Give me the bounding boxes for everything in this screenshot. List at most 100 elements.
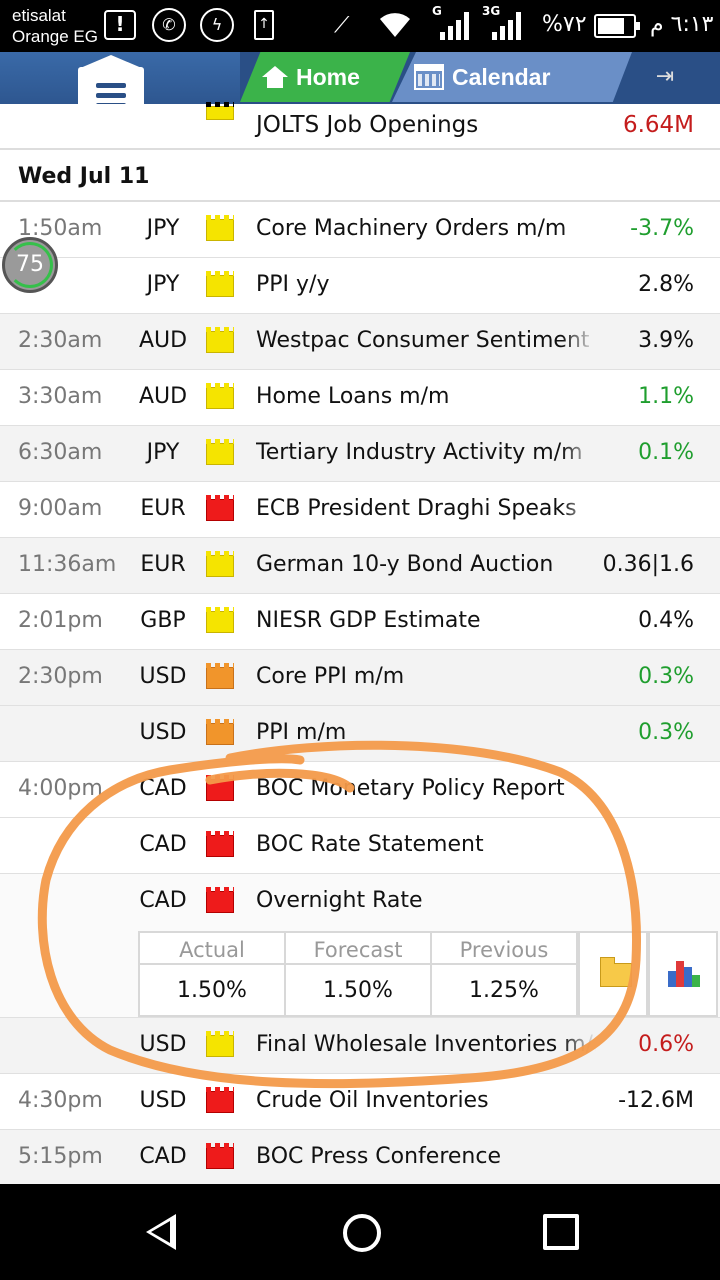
- tab-calendar[interactable]: Calendar: [392, 52, 632, 102]
- impact-low-icon: [206, 327, 234, 353]
- event-value: 1.1%: [638, 384, 694, 409]
- detail-header: Actual: [140, 933, 284, 965]
- event-name: JOLTS Job Openings: [256, 112, 479, 138]
- impact-low-icon: [206, 439, 234, 465]
- impact-low-icon: [206, 383, 234, 409]
- impact-med-icon: [206, 719, 234, 745]
- event-time: 11:36am: [18, 552, 117, 577]
- impact-high-icon: [206, 887, 234, 913]
- alert-notification-icon: !: [104, 8, 136, 42]
- folder-icon: [600, 957, 632, 987]
- event-detail-table: Actual 1.50% Forecast 1.50% Previous 1.25%: [138, 931, 578, 1017]
- event-time: 4:00pm: [18, 776, 103, 801]
- impact-low-icon: [206, 1031, 234, 1057]
- bar-chart-icon: [668, 959, 702, 987]
- event-value: -3.7%: [630, 216, 694, 241]
- home-nav-icon[interactable]: [343, 1214, 381, 1252]
- floating-counter-badge[interactable]: 75: [2, 237, 58, 293]
- event-name: Crude Oil Inventories: [256, 1088, 489, 1113]
- carrier-label: etisalat Orange EG: [12, 5, 98, 47]
- event-value: 0.3%: [638, 664, 694, 689]
- event-currency: JPY: [146, 216, 180, 241]
- history-button[interactable]: [578, 931, 648, 1017]
- status-bar: etisalat Orange EG ! ✆ ϟ ↑ ⟋ G 3G %٧٢ ٦:…: [0, 0, 720, 52]
- event-name: Tertiary Industry Activity m/m: [256, 440, 583, 465]
- event-row[interactable]: 6:30am JPY Tertiary Industry Activity m/m 0…: [0, 426, 720, 482]
- event-name: NIESR GDP Estimate: [256, 608, 481, 633]
- event-row[interactable]: 4:00pm CAD BOC Monetary Policy Report: [0, 762, 720, 818]
- impact-low-icon: [206, 271, 234, 297]
- tab-home-label: Home: [296, 63, 360, 90]
- event-name: BOC Press Conference: [256, 1144, 501, 1169]
- impact-high-icon: [206, 831, 234, 857]
- event-currency: USD: [139, 1032, 187, 1057]
- event-row[interactable]: JPY PPI y/y 2.8%: [0, 258, 720, 314]
- event-time: 3:30am: [18, 384, 103, 409]
- impact-low-icon: [206, 215, 234, 241]
- date-header: Wed Jul 11: [0, 150, 720, 202]
- event-currency: CAD: [139, 832, 187, 857]
- signal-icon-2: [490, 10, 524, 40]
- detail-column: Forecast 1.50%: [286, 933, 432, 1015]
- event-currency: USD: [139, 664, 187, 689]
- back-icon[interactable]: [146, 1214, 176, 1250]
- event-value: 6.64M: [622, 112, 694, 138]
- messenger-icon: ϟ: [200, 8, 234, 42]
- event-row[interactable]: CAD Overnight Rate: [0, 874, 720, 930]
- event-time: 5:15pm: [18, 1144, 103, 1169]
- detail-value: 1.50%: [177, 978, 247, 1003]
- event-row[interactable]: USD PPI m/m 0.3%: [0, 706, 720, 762]
- event-name: Home Loans m/m: [256, 384, 450, 409]
- event-row[interactable]: CAD BOC Rate Statement: [0, 818, 720, 874]
- event-row[interactable]: 2:30pm USD Core PPI m/m 0.3%: [0, 650, 720, 706]
- event-currency: AUD: [138, 328, 188, 353]
- download-icon: ↑: [254, 8, 274, 42]
- event-row[interactable]: 3:30am AUD Home Loans m/m 1.1%: [0, 370, 720, 426]
- event-currency: JPY: [146, 272, 180, 297]
- event-row[interactable]: USD Final Wholesale Inventories m/m 0.6%: [0, 1018, 720, 1074]
- event-currency: AUD: [138, 384, 188, 409]
- detail-header: Previous: [432, 933, 576, 965]
- event-row-partial[interactable]: JOLTS Job Openings 6.64M: [0, 102, 720, 148]
- tab-calendar-label: Calendar: [452, 63, 551, 90]
- chart-button[interactable]: [648, 931, 718, 1017]
- impact-high-icon: [206, 495, 234, 521]
- impact-low-icon: [206, 551, 234, 577]
- event-value: 0.6%: [638, 1032, 694, 1057]
- event-value: 3.9%: [638, 328, 694, 353]
- event-currency: GBP: [140, 608, 186, 633]
- badge-count: 75: [16, 252, 44, 277]
- event-detail-panel: Actual 1.50% Forecast 1.50% Previous 1.25%: [0, 930, 720, 1018]
- event-time: 9:00am: [18, 496, 103, 521]
- tab-home[interactable]: Home: [240, 52, 410, 102]
- system-nav-bar: [0, 1184, 720, 1280]
- event-currency: EUR: [140, 552, 186, 577]
- event-name: Final Wholesale Inventories m/m: [256, 1032, 596, 1057]
- event-row[interactable]: 11:36am EUR German 10-y Bond Auction 0.36|1…: [0, 538, 720, 594]
- event-row[interactable]: 9:00am EUR ECB President Draghi Speaks: [0, 482, 720, 538]
- event-currency: USD: [139, 720, 187, 745]
- event-name: Core Machinery Orders m/m: [256, 216, 567, 241]
- event-row[interactable]: 2:01pm GBP NIESR GDP Estimate 0.4%: [0, 594, 720, 650]
- signal-icon-1: [438, 10, 472, 40]
- event-row[interactable]: 4:30pm USD Crude Oil Inventories -12.6M: [0, 1074, 720, 1130]
- calendar-icon: [414, 64, 444, 90]
- event-currency: CAD: [139, 888, 187, 913]
- event-row[interactable]: 5:15pm CAD BOC Press Conference: [0, 1130, 720, 1186]
- exit-icon[interactable]: ⇥: [650, 64, 680, 92]
- event-currency: USD: [139, 1088, 187, 1113]
- recent-apps-icon[interactable]: [543, 1214, 579, 1250]
- clock: ٦:١٣ م: [650, 12, 714, 37]
- event-name: BOC Rate Statement: [256, 832, 484, 857]
- event-currency: CAD: [139, 776, 187, 801]
- event-time: 2:30pm: [18, 664, 103, 689]
- date-header-label: Wed Jul 11: [18, 164, 150, 189]
- event-name: Overnight Rate: [256, 888, 423, 913]
- event-row[interactable]: 2:30am AUD Westpac Consumer Sentiment 3.9%: [0, 314, 720, 370]
- event-time: 2:30am: [18, 328, 103, 353]
- impact-low-icon: [206, 607, 234, 633]
- wifi-icon: [378, 8, 412, 42]
- event-currency: EUR: [140, 496, 186, 521]
- event-currency: CAD: [139, 1144, 187, 1169]
- event-row[interactable]: 1:50am JPY Core Machinery Orders m/m -3.7%: [0, 202, 720, 258]
